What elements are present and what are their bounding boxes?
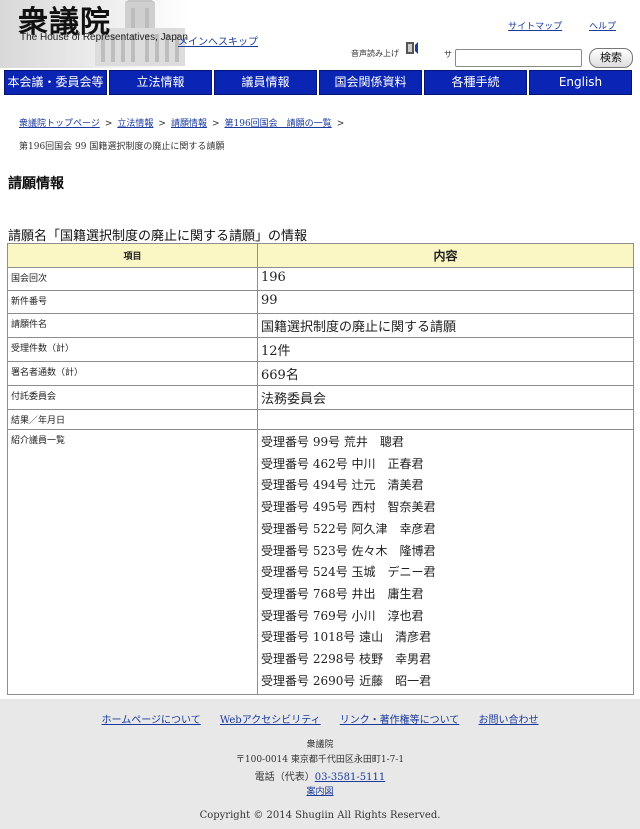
list-item: 受理番号 1018号 遠山 清彦君: [261, 630, 432, 645]
main-nav: 本会議・委員会等 立法情報 議員情報 国会関係資料 各種手続 English: [0, 70, 640, 95]
table-row: 国会回次 196: [7, 267, 634, 291]
row-value: 669名: [257, 361, 634, 386]
table-row: 署名者通数（計） 669名: [7, 361, 634, 386]
breadcrumb-legislative[interactable]: 立法情報: [117, 119, 153, 129]
speaker-icon[interactable]: [405, 40, 421, 56]
row-value: 12件: [257, 337, 634, 362]
petition-info-table: 項目 内容 国会回次 196 新件番号 99 請願件名 国籍選択制度の廃止に関す…: [7, 243, 634, 696]
phone-label: 電話（代表）: [254, 772, 315, 783]
row-label: 国会回次: [7, 267, 258, 291]
row-value: 国籍選択制度の廃止に関する請願: [257, 313, 634, 338]
list-item: 受理番号 2298号 枝野 幸男君: [261, 652, 432, 667]
search-button[interactable]: 検索: [589, 48, 633, 68]
breadcrumb-current: 第196回国会 99 国籍選択制度の廃止に関する請願: [19, 142, 225, 152]
search-scope-label: サ: [444, 50, 452, 59]
sitemap-link[interactable]: サイトマップ: [508, 22, 562, 32]
footer-link-contact[interactable]: お問い合わせ: [478, 715, 538, 726]
column-header-item: 項目: [7, 243, 258, 268]
table-row: 付託委員会 法務委員会: [7, 385, 634, 410]
breadcrumb-petition-list[interactable]: 第196回国会 請願の一覧: [225, 119, 332, 129]
footer-link-accessibility[interactable]: Webアクセシビリティ: [220, 715, 321, 726]
site-footer: ホームページについて Webアクセシビリティ リンク・著作権等について お問い合…: [0, 699, 640, 829]
search-input[interactable]: [455, 49, 582, 67]
list-item: 受理番号 99号 荒井 聰君: [261, 435, 404, 449]
list-item: 受理番号 494号 辻元 清美君: [261, 478, 424, 493]
list-item: 受理番号 524号 玉城 デニー君: [261, 565, 436, 580]
table-row: 結果／年月日: [7, 409, 634, 430]
row-label: 受理件数（計）: [7, 337, 258, 362]
nav-procedures[interactable]: 各種手続: [424, 70, 527, 95]
row-value: 99: [257, 290, 634, 314]
nav-english[interactable]: English: [529, 70, 632, 95]
row-value: 法務委員会: [257, 385, 634, 410]
row-label: 署名者通数（計）: [7, 361, 258, 386]
footer-copyright: Copyright © 2014 Shugiin All Rights Rese…: [199, 810, 441, 821]
nav-legislative-info[interactable]: 立法情報: [109, 70, 212, 95]
introducer-list: 受理番号 99号 荒井 聰君 受理番号 462号 中川 正春君 受理番号 494…: [257, 428, 634, 696]
help-link[interactable]: ヘルプ: [589, 22, 616, 32]
breadcrumb-separator: >: [336, 119, 345, 129]
breadcrumb-separator: >: [158, 119, 166, 129]
breadcrumb-separator: >: [211, 119, 220, 129]
nav-diet-materials[interactable]: 国会関係資料: [319, 70, 422, 95]
list-item: 受理番号 768号 井出 庸生君: [261, 586, 424, 601]
footer-org-name: 衆議院: [306, 740, 334, 750]
voice-readout-label[interactable]: 音声読み上げ: [351, 48, 399, 59]
footer-map-link[interactable]: 案内図: [0, 784, 640, 797]
row-label: 付託委員会: [7, 385, 258, 410]
table-row: 請願件名 国籍選択制度の廃止に関する請願: [7, 313, 634, 338]
footer-address: 〒100-0014 東京都千代田区永田町1-7-1: [235, 755, 405, 765]
footer-phone: 電話（代表）03-3581-5111: [0, 768, 640, 783]
row-value: [257, 409, 634, 430]
row-label: 結果／年月日: [7, 409, 258, 430]
utility-links: サイトマップ ヘルプ: [484, 19, 616, 32]
footer-link-about[interactable]: ホームページについて: [102, 715, 201, 726]
table-row: 新件番号 99: [7, 290, 634, 314]
footer-link-copyright[interactable]: リンク・著作権等について: [340, 715, 460, 726]
petition-heading: 請願名「国籍選択制度の廃止に関する請願」の情報: [8, 229, 308, 244]
list-item: 受理番号 462号 中川 正春君: [261, 456, 424, 471]
list-item: 受理番号 523号 佐々木 隆博君: [261, 543, 436, 558]
table-header-row: 項目 内容: [7, 243, 634, 268]
list-item: 受理番号 522号 阿久津 幸彦君: [261, 521, 436, 536]
nav-member-info[interactable]: 議員情報: [214, 70, 317, 95]
table-row: 受理件数（計） 12件: [7, 337, 634, 362]
phone-number-link[interactable]: 03-3581-5111: [315, 772, 385, 783]
list-item: 受理番号 495号 西村 智奈美君: [261, 500, 436, 515]
row-label: 紹介議員一覧: [7, 428, 258, 696]
logo-subtitle: The House of Representatives, Japan: [20, 32, 188, 43]
footer-links: ホームページについて Webアクセシビリティ リンク・著作権等について お問い合…: [0, 711, 640, 726]
list-item: 受理番号 2690号 近藤 昭一君: [261, 673, 432, 688]
row-label: 新件番号: [7, 290, 258, 314]
breadcrumb-separator: >: [104, 119, 113, 129]
breadcrumb-petitions[interactable]: 請願情報: [171, 119, 207, 129]
column-header-content: 内容: [257, 243, 634, 268]
row-label: 請願件名: [7, 313, 258, 338]
page-title: 請願情報: [8, 176, 64, 192]
table-row: 紹介議員一覧 受理番号 99号 荒井 聰君 受理番号 462号 中川 正春君 受…: [7, 428, 634, 696]
list-item: 受理番号 769号 小川 淳也君: [261, 608, 424, 623]
nav-plenary-committees[interactable]: 本会議・委員会等: [4, 70, 107, 95]
site-header: 衆議院 The House of Representatives, Japan …: [0, 0, 640, 68]
breadcrumb-top[interactable]: 衆議院トップページ: [19, 119, 100, 129]
skip-to-main-link[interactable]: メインへスキップ: [178, 33, 258, 48]
row-value: 196: [257, 267, 634, 291]
breadcrumb: 衆議院トップページ > 立法情報 > 請願情報 > 第196回国会 請願の一覧 >: [19, 116, 349, 129]
